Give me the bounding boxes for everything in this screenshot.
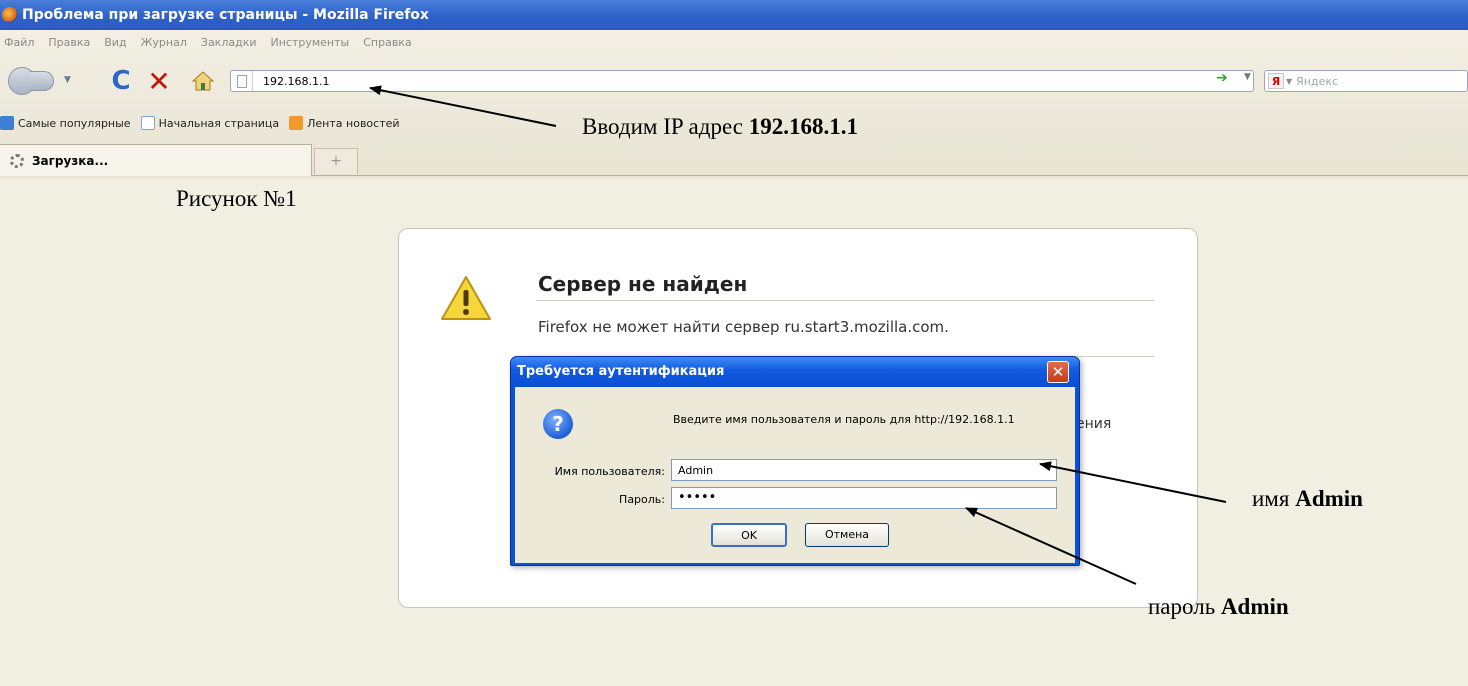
username-annotation: имя Admin [1252,486,1363,511]
username-field[interactable]: Admin [671,459,1057,481]
ip-value: 192.168.1.1 [748,114,858,139]
reload-icon[interactable]: C [108,66,134,96]
divider [536,300,1154,301]
menu-help[interactable]: Справка [363,36,411,56]
url-bar[interactable]: 192.168.1.1 [230,70,1254,92]
dialog-body: ? Введите имя пользователя и пароль для … [515,387,1075,563]
figure-label: Рисунок №1 [176,186,297,211]
navigation-toolbar: ▼ C ✕ 192.168.1.1 ➔ ▼ Я ▼ Яндекс [0,64,1468,98]
cancel-button[interactable]: Отмена [805,523,889,547]
password-annotation: пароль Admin [1148,594,1289,619]
bookmark-most-visited[interactable]: Самые популярные [0,116,131,130]
menu-view[interactable]: Вид [104,36,126,56]
loading-spinner-icon [10,153,24,168]
window-title: Проблема при загрузке страницы - Mozilla… [22,7,429,23]
menubar: Файл Правка Вид Журнал Закладки Инструме… [0,36,412,56]
bookmark-news-feed[interactable]: Лента новостей [289,116,400,130]
menu-history[interactable]: Журнал [141,36,187,56]
auth-dialog: Требуется аутентификация ✕ ? Введите имя… [510,356,1080,566]
bookmarks-toolbar: Самые популярные Начальная страница Лент… [0,112,400,134]
password-note-value: Admin [1220,594,1289,619]
new-tab-button[interactable]: + [314,148,358,174]
error-hidden-text: ения [1076,416,1112,432]
bookmark-start-page[interactable]: Начальная страница [140,116,280,130]
menu-edit[interactable]: Правка [48,36,90,56]
username-note-value: Admin [1295,486,1363,511]
auth-prompt: Введите имя пользователя и пароль для ht… [673,413,1015,426]
error-title: Сервер не найден [538,272,748,296]
menu-bookmarks[interactable]: Закладки [201,36,257,56]
page-icon [140,116,155,130]
engine-dropdown-icon[interactable]: ▼ [1286,77,1292,86]
window-titlebar: Проблема при загрузке страницы - Mozilla… [0,0,1468,30]
page-favicon-icon [231,71,253,91]
warning-icon [440,274,492,322]
dialog-title: Требуется аутентификация [511,357,1079,387]
back-forward-group: ▼ [4,67,78,95]
ok-button[interactable]: OK [711,523,787,547]
tab-strip: Загрузка... + [0,142,1468,176]
url-dropdown-icon[interactable]: ▼ [1244,72,1251,82]
stop-icon[interactable]: ✕ [146,65,172,98]
tab-label: Загрузка... [32,153,109,168]
tab-loading[interactable]: Загрузка... [0,144,312,176]
yandex-engine-icon[interactable]: Я [1268,73,1284,89]
history-dropdown-icon[interactable]: ▼ [64,75,76,85]
most-visited-icon [0,116,14,130]
search-bar[interactable]: Я ▼ Яндекс [1264,70,1468,92]
password-label: Пароль: [619,493,665,506]
search-input[interactable]: Яндекс [1296,75,1338,88]
bookmark-label: Начальная страница [158,116,280,130]
bookmark-label: Самые популярные [18,116,131,130]
password-field[interactable]: ••••• [671,487,1057,509]
question-icon: ? [543,409,573,439]
close-icon[interactable]: ✕ [1047,361,1069,383]
bookmark-label: Лента новостей [307,116,400,130]
rss-icon [289,116,304,130]
url-input[interactable]: 192.168.1.1 [253,75,329,88]
error-message: Firefox не может найти сервер ru.start3.… [538,318,949,336]
username-label: Имя пользователя: [554,465,665,478]
home-icon[interactable] [190,68,216,94]
menu-tools[interactable]: Инструменты [271,36,350,56]
forward-button[interactable] [30,71,54,91]
menu-file[interactable]: Файл [4,36,34,56]
ip-annotation: Вводим IP адрес 192.168.1.1 [582,114,858,139]
go-arrow-icon[interactable]: ➔ [1216,70,1228,86]
firefox-logo-icon [2,7,18,23]
